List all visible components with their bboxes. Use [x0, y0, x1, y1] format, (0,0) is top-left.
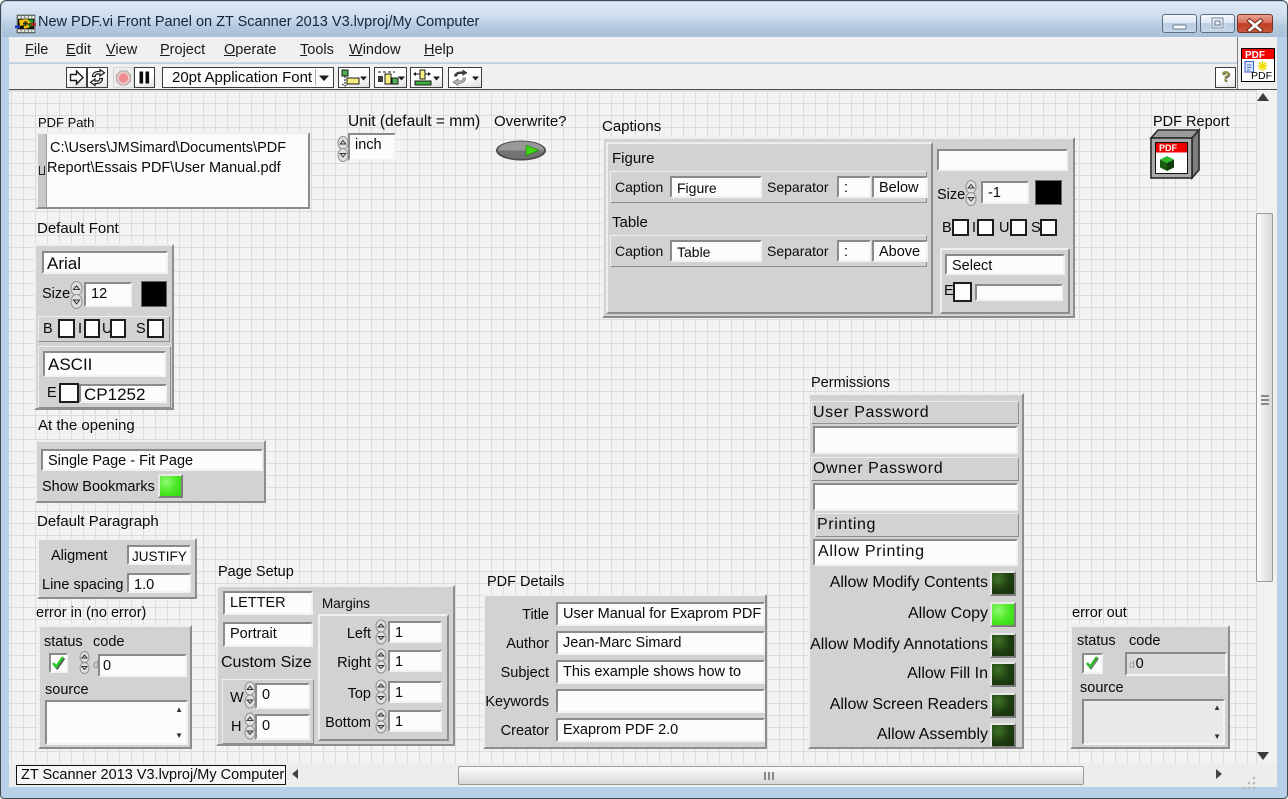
- svg-text:PDF: PDF: [1159, 143, 1178, 153]
